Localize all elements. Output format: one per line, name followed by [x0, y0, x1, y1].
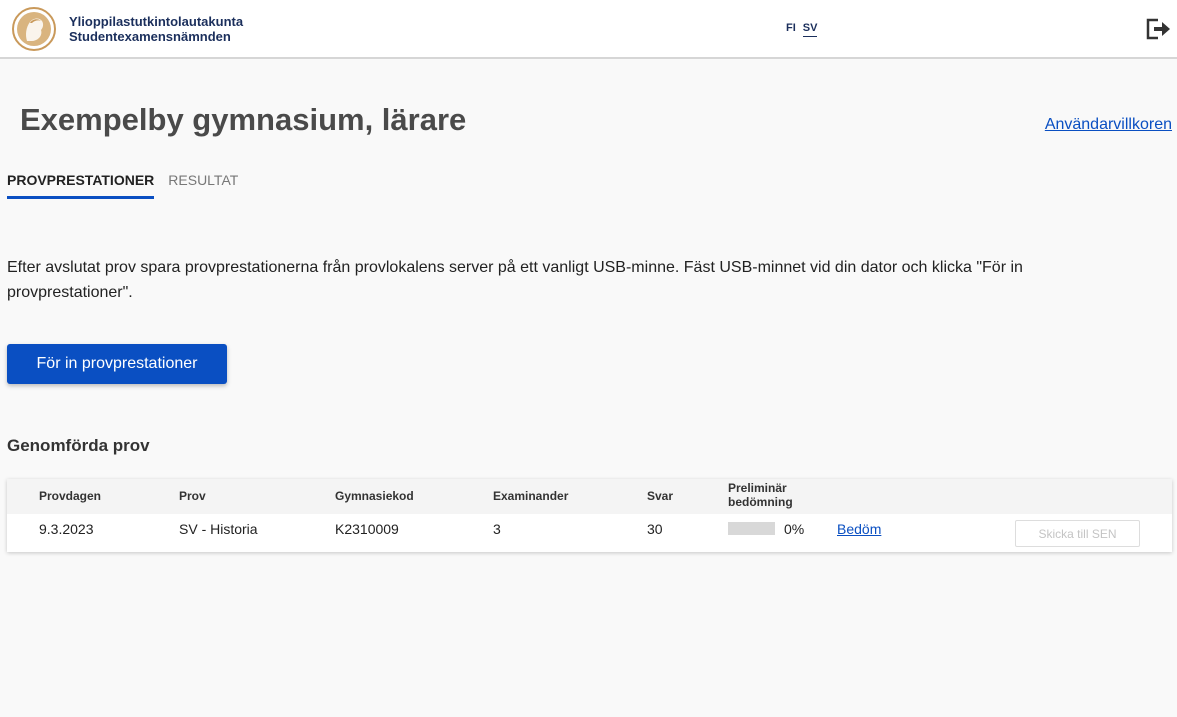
completed-exams-table: Provdagen Prov Gymnasiekod Examinander S…: [7, 479, 1172, 552]
page-title: Exempelby gymnasium, lärare: [20, 102, 467, 137]
tab-provprestationer[interactable]: PROVPRESTATIONER: [7, 172, 155, 199]
header-answers: Svar: [647, 489, 674, 503]
header-exam: Prov: [179, 489, 206, 503]
org-name-fi: Ylioppilastutkintolautakunta: [69, 14, 244, 29]
language-switcher: FI SV: [786, 22, 818, 37]
language-fi[interactable]: FI: [786, 22, 796, 37]
send-to-sen-button[interactable]: Skicka till SEN: [1015, 520, 1140, 547]
header-date: Provdagen: [39, 489, 102, 503]
cell-examinees: 3: [493, 521, 501, 537]
import-answers-button[interactable]: För in provprestationer: [7, 344, 227, 384]
grade-link[interactable]: Bedöm: [837, 521, 881, 537]
grading-progress-bar: [728, 522, 775, 535]
logout-icon[interactable]: [1145, 17, 1171, 41]
cell-exam: SV - Historia: [179, 521, 258, 537]
import-instructions: Efter avslutat prov spara provprestation…: [7, 259, 1023, 301]
completed-exams-heading: Genomförda prov: [7, 436, 150, 455]
top-bar: Ylioppilastutkintolautakunta Studentexam…: [0, 0, 1177, 59]
tab-resultat[interactable]: RESULTAT: [168, 172, 238, 199]
ytl-logo-icon[interactable]: [12, 7, 56, 51]
header-school-code: Gymnasiekod: [335, 489, 414, 503]
terms-of-use-link[interactable]: Användarvillkoren: [1045, 116, 1172, 134]
organization-name: Ylioppilastutkintolautakunta Studentexam…: [69, 14, 243, 44]
tab-bar: PROVPRESTATIONER RESULTAT: [7, 172, 238, 199]
language-sv[interactable]: SV: [802, 22, 818, 37]
header-preliminary-grading: Preliminär bedömning: [728, 481, 793, 509]
cell-date: 9.3.2023: [39, 521, 94, 537]
cell-school-code: K2310009: [335, 521, 399, 537]
grading-percent: 0%: [784, 521, 805, 537]
header-examinees: Examinander: [493, 489, 569, 503]
org-name-sv: Studentexamensnämnden: [69, 29, 231, 44]
cell-answers: 30: [647, 521, 663, 537]
table-header: Provdagen Prov Gymnasiekod Examinander S…: [7, 479, 1172, 514]
